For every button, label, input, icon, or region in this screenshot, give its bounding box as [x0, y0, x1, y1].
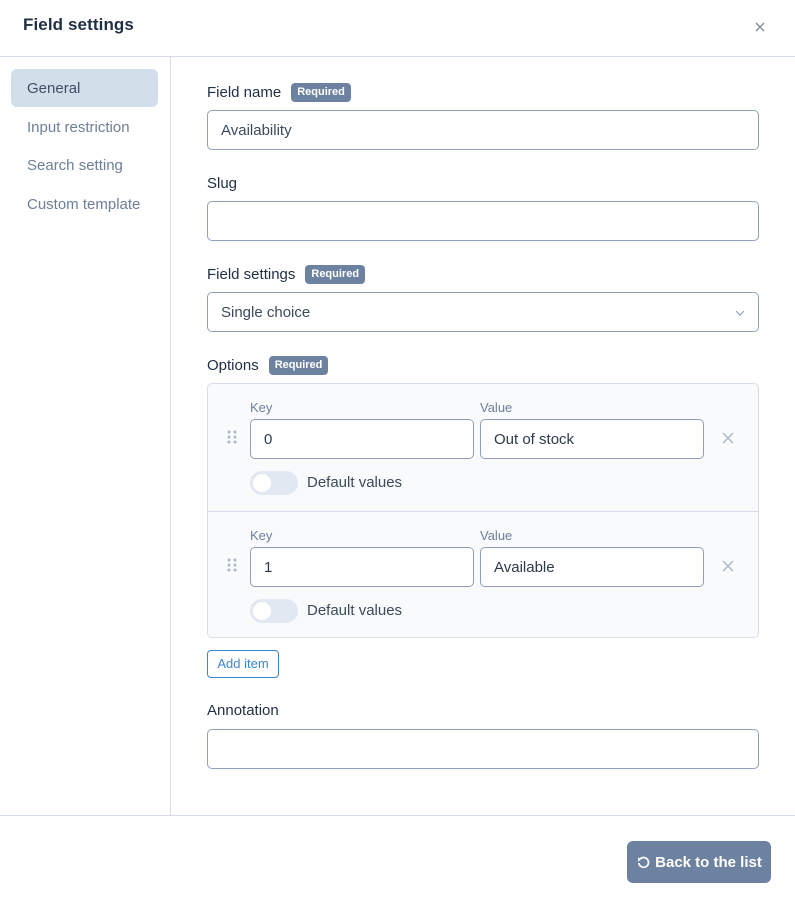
options-label-text: Options: [207, 357, 259, 374]
value-label: Value: [480, 528, 513, 543]
slug-label: Slug: [207, 175, 237, 192]
dialog-title: Field settings: [23, 15, 134, 34]
option-row: Key Value 1 Available Default values: [208, 511, 758, 638]
option-value-input[interactable]: Available: [480, 547, 704, 587]
field-name-label: Field name Required: [207, 83, 351, 102]
annotation-input[interactable]: [207, 729, 759, 769]
remove-option-icon[interactable]: [722, 559, 734, 572]
field-type-value: Single choice: [221, 304, 311, 321]
option-row: Key Value 0 Out of stock Default values: [208, 384, 758, 511]
field-settings-label: Field settings Required: [207, 265, 366, 284]
sidebar-item-label: General: [27, 80, 81, 97]
sidebar-item-custom-template[interactable]: Custom template: [11, 185, 158, 223]
options-list: Key Value 0 Out of stock Default values …: [207, 383, 759, 638]
field-type-select[interactable]: Single choice: [207, 292, 759, 332]
sidebar-item-general[interactable]: General: [11, 69, 158, 107]
back-to-list-label: Back to the list: [655, 853, 762, 871]
required-badge: Required: [268, 356, 329, 375]
dialog-header: Field settings: [0, 0, 795, 57]
sidebar-item-search-setting[interactable]: Search setting: [11, 146, 158, 184]
sidebar-item-label: Custom template: [27, 196, 141, 213]
field-name-input[interactable]: Availability: [207, 110, 759, 150]
toggle-knob: [253, 602, 271, 620]
undo-icon: [638, 856, 650, 868]
annotation-label-text: Annotation: [207, 702, 279, 719]
option-key-input[interactable]: 0: [250, 419, 474, 459]
sidebar: General Input restriction Search setting…: [0, 57, 171, 815]
back-to-list-button[interactable]: Back to the list: [627, 841, 771, 883]
default-values-label: Default values: [307, 602, 403, 619]
options-label: Options Required: [207, 356, 329, 375]
value-label: Value: [480, 400, 513, 415]
required-badge: Required: [305, 265, 366, 284]
close-icon[interactable]: [751, 18, 769, 36]
dialog-footer: Back to the list: [0, 815, 795, 903]
required-badge: Required: [291, 83, 351, 102]
option-key-input[interactable]: 1: [250, 547, 474, 587]
default-value-toggle[interactable]: [250, 471, 298, 495]
slug-input[interactable]: [207, 201, 759, 241]
default-values-label: Default values: [307, 474, 403, 491]
key-label: Key: [250, 528, 273, 543]
field-name-label-text: Field name: [207, 84, 282, 101]
main-form: Field name Required Availability Slug Fi…: [171, 57, 795, 815]
default-value-toggle[interactable]: [250, 599, 298, 623]
sidebar-item-input-restriction[interactable]: Input restriction: [11, 108, 158, 146]
key-label: Key: [250, 400, 273, 415]
sidebar-item-label: Input restriction: [27, 119, 130, 136]
field-settings-label-text: Field settings: [207, 266, 296, 283]
option-value-input[interactable]: Out of stock: [480, 419, 704, 459]
slug-label-text: Slug: [207, 175, 238, 192]
annotation-label: Annotation: [207, 702, 279, 719]
add-item-button[interactable]: Add item: [207, 650, 279, 678]
toggle-knob: [253, 474, 271, 492]
drag-handle-icon[interactable]: [226, 557, 238, 573]
sidebar-item-label: Search setting: [27, 157, 123, 174]
drag-handle-icon[interactable]: [226, 429, 238, 445]
remove-option-icon[interactable]: [722, 431, 734, 444]
chevron-down-icon: [734, 306, 746, 318]
